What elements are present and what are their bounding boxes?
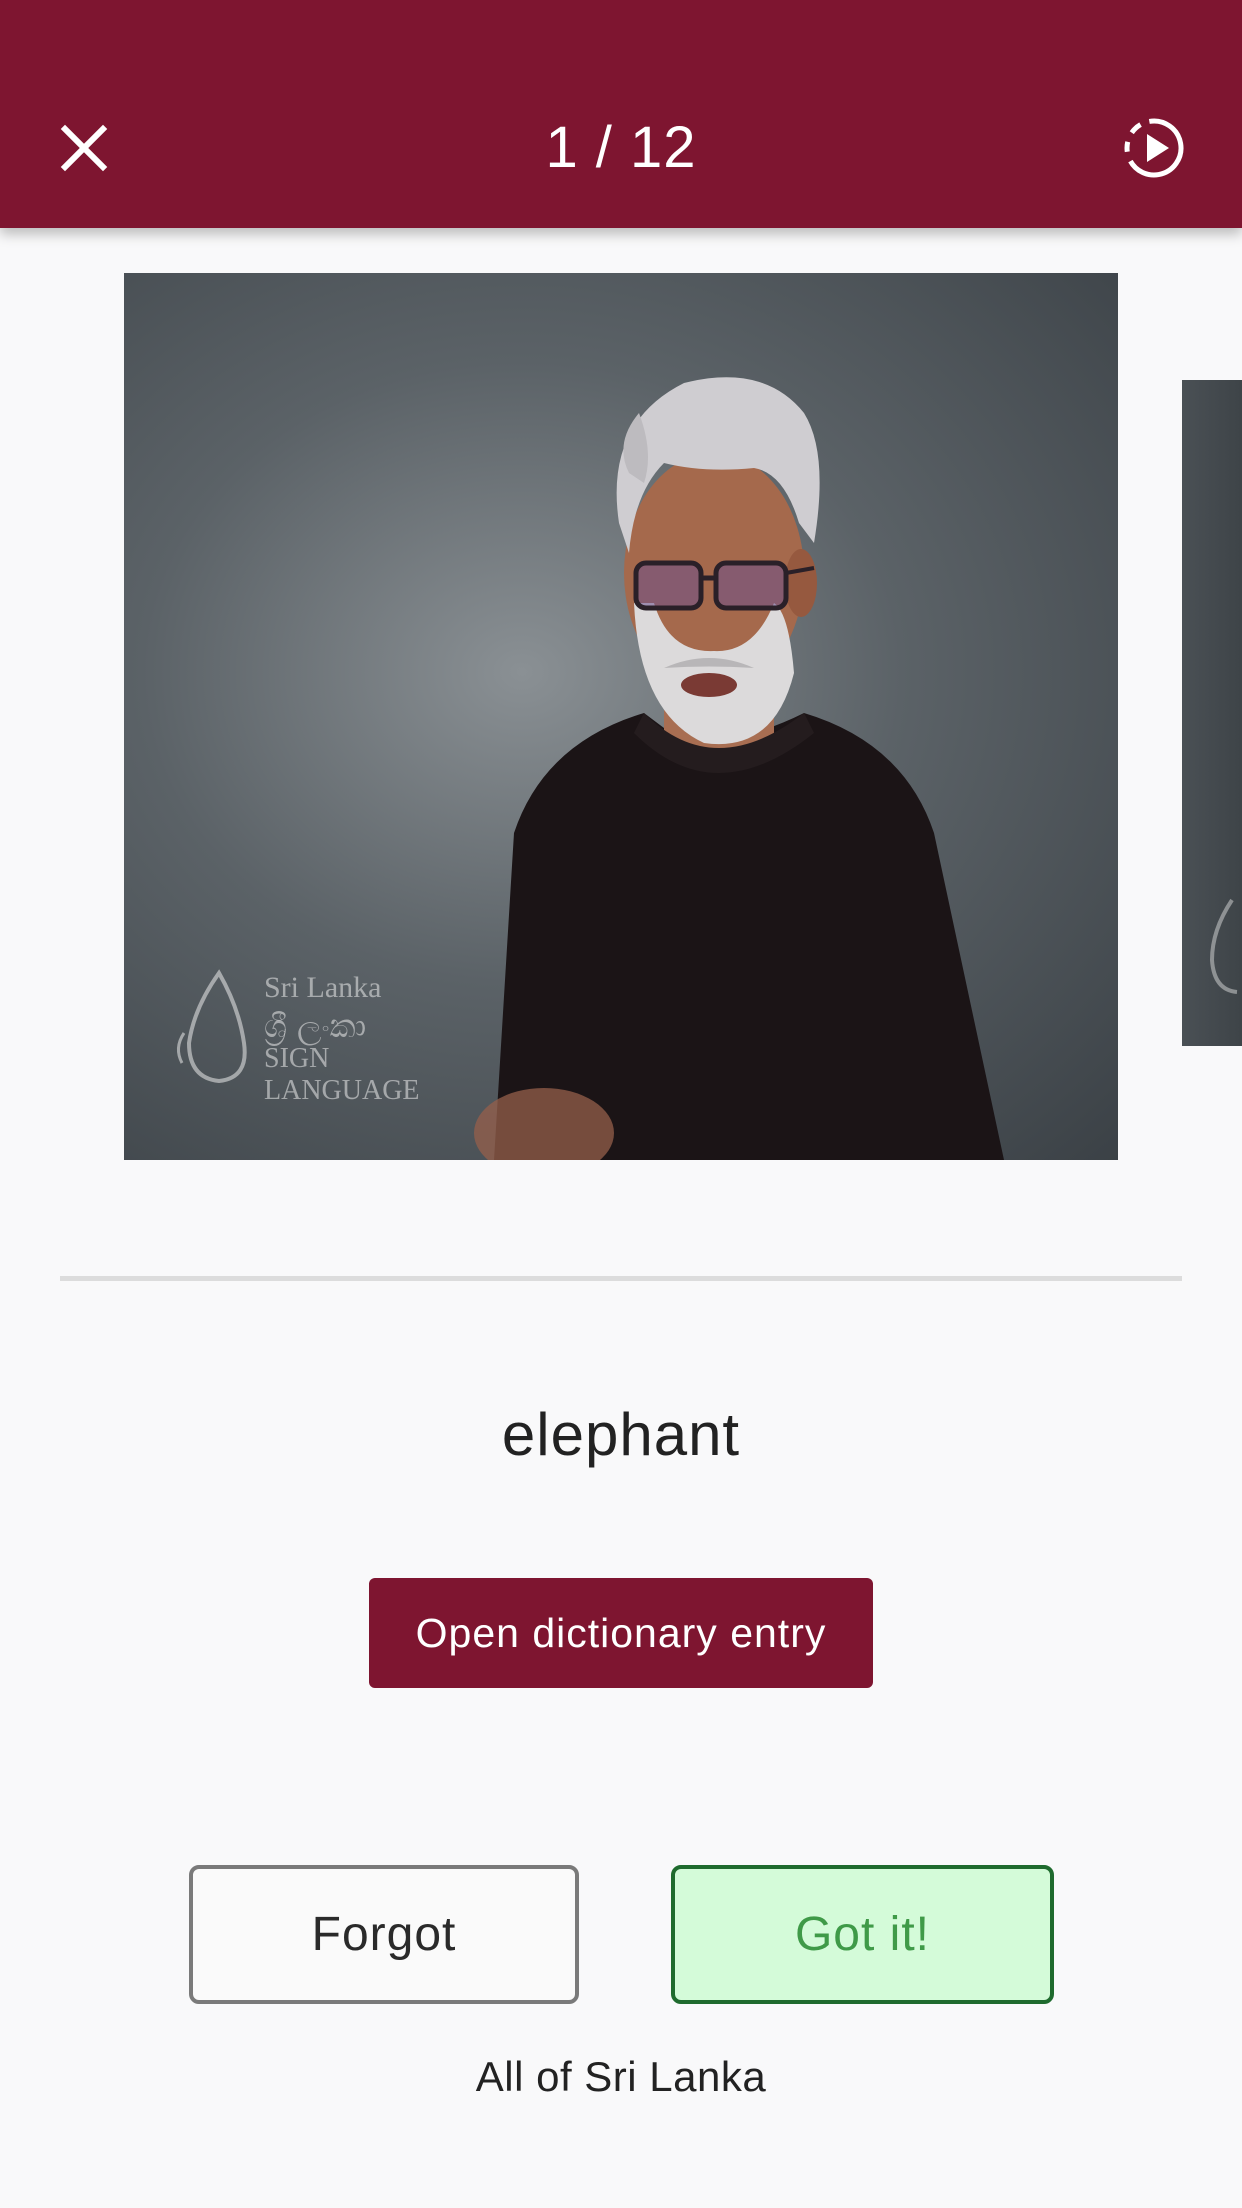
progress-title: 1 / 12 [545, 115, 697, 180]
app-bar: 1 / 12 [0, 0, 1242, 228]
sri-lanka-logo-icon [177, 969, 247, 1084]
sign-language-watermark: Sri Lanka ශ්‍රී ලංකා SIGN LANGUAGE [164, 963, 484, 1106]
divider [60, 1276, 1182, 1281]
sign-video[interactable]: Sri Lanka ශ්‍රී ලංකා SIGN LANGUAGE [124, 273, 1118, 1160]
next-card-peek[interactable] [1182, 380, 1242, 1046]
sri-lanka-logo-icon [1209, 898, 1238, 994]
autoplay-button[interactable] [1114, 108, 1194, 188]
watermark-line-2: ශ්‍රී ලංකා [264, 1007, 367, 1045]
play-circle-dashed-icon [1124, 118, 1184, 178]
watermark-line-3: SIGN LANGUAGE [264, 1043, 420, 1106]
forgot-button[interactable]: Forgot [189, 1865, 579, 2004]
region-label: All of Sri Lanka [475, 2053, 767, 2100]
open-dictionary-entry-button[interactable]: Open dictionary entry [369, 1578, 873, 1688]
card-word: elephant [501, 1401, 741, 1468]
watermark-line-1: Sri Lanka [264, 971, 382, 1004]
got-it-button[interactable]: Got it! [671, 1865, 1054, 2004]
